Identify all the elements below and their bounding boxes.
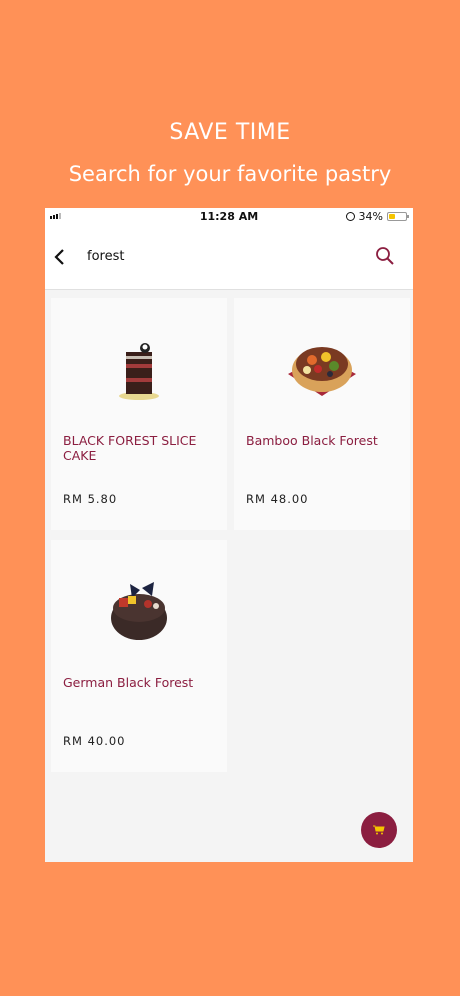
product-card[interactable]: Bamboo Black Forest RM 48.00 bbox=[234, 298, 410, 530]
chevron-left-icon[interactable] bbox=[53, 248, 67, 266]
chocolate-cake-image bbox=[51, 556, 227, 666]
battery-icon bbox=[387, 212, 409, 221]
promo-subtitle: Search for your favorite pastry bbox=[68, 162, 392, 186]
status-bar: 11:28 AM 34% bbox=[45, 208, 413, 226]
product-card[interactable]: German Black Forest RM 40.00 bbox=[51, 540, 227, 772]
search-input[interactable]: forest bbox=[87, 249, 124, 264]
product-price: RM 5.80 bbox=[63, 492, 118, 506]
cake-slice-image bbox=[51, 314, 227, 424]
product-card[interactable]: BLACK FOREST SLICE CAKE RM 5.80 bbox=[51, 298, 227, 530]
cart-icon bbox=[373, 825, 385, 835]
orientation-lock-icon bbox=[345, 212, 355, 221]
promo-title: SAVE TIME bbox=[169, 120, 291, 145]
product-price: RM 40.00 bbox=[63, 734, 126, 748]
fruit-cake-image bbox=[234, 314, 410, 424]
search-header: forest bbox=[45, 226, 413, 290]
product-name[interactable]: Bamboo Black Forest bbox=[246, 433, 402, 448]
battery-percent: 34% bbox=[358, 210, 383, 223]
phone-screen: 11:28 AM 34% forest BLACK FOREST SLICE C… bbox=[45, 208, 413, 862]
product-name[interactable]: German Black Forest bbox=[63, 675, 219, 690]
search-icon[interactable] bbox=[375, 246, 395, 266]
product-name[interactable]: BLACK FOREST SLICE CAKE bbox=[63, 433, 219, 463]
cart-button[interactable] bbox=[361, 812, 397, 848]
product-price: RM 48.00 bbox=[246, 492, 309, 506]
